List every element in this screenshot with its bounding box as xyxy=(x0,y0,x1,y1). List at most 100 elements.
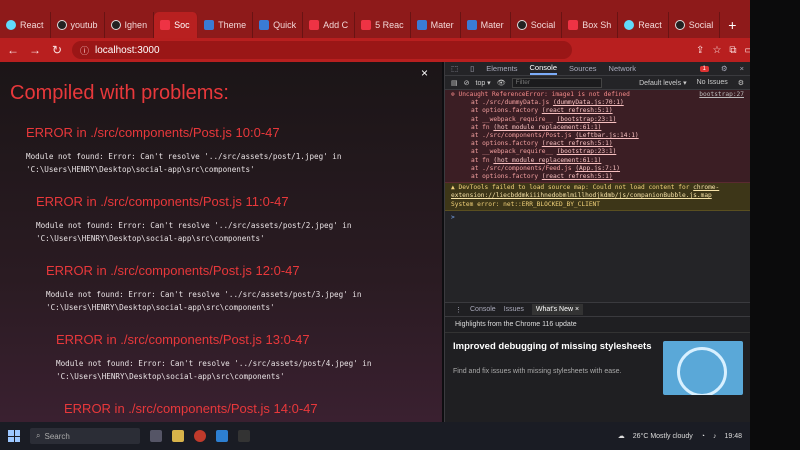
address-bar[interactable]: ⓘ localhost:3000 xyxy=(72,41,572,59)
browser-tab[interactable]: Soc xyxy=(154,12,199,38)
browser-tab[interactable]: Box Sh xyxy=(562,12,619,38)
terminal-icon[interactable] xyxy=(238,430,250,442)
drawer-tab-close-icon[interactable]: × xyxy=(575,306,579,313)
clock[interactable]: 19:48 xyxy=(724,433,742,440)
inspect-icon[interactable]: ⬚ xyxy=(451,64,458,73)
drawer-tab-whats-new[interactable]: What's New × xyxy=(531,304,584,315)
console-output: ⊗ Uncaught ReferenceError: image1 is not… xyxy=(445,90,750,225)
devtools-drawer: ⋮ Console Issues What's New × Highlights… xyxy=(445,302,750,422)
extensions-icon[interactable]: ⧉ xyxy=(729,45,736,56)
browser-tab-strip: React youtub Ighen Soc Theme Quick Add C 5 Reac… xyxy=(0,0,800,38)
compile-error-block: ERROR in ./src/components/Post.js 14:0-4… xyxy=(64,401,432,416)
stack-frame: at ./src/components/Post.js (Leftbar.js:… xyxy=(451,132,744,140)
stack-frame: at __webpack_require__ (bootstrap:23:1) xyxy=(451,148,744,156)
github-icon xyxy=(516,20,527,30)
error-message: Uncaught ReferenceError: image1 is not d… xyxy=(458,91,630,98)
site-info-icon[interactable]: ⓘ xyxy=(80,44,89,57)
stack-frame-source-link[interactable]: (hot module replacement:61:1) xyxy=(493,124,601,131)
browser-tab[interactable]: Quick xyxy=(253,12,304,38)
console-settings-icon[interactable]: ⚙ xyxy=(738,79,744,87)
overlay-close-button[interactable]: × xyxy=(421,66,428,80)
bookmark-star-icon[interactable]: ☆ xyxy=(712,45,721,56)
vscode-icon[interactable] xyxy=(216,430,228,442)
console-warning-entry: ▲ DevTools failed to load source map: Co… xyxy=(445,183,750,211)
back-icon[interactable]: ← xyxy=(6,43,20,57)
stack-frame-source-link[interactable]: (hot module replacement:61:1) xyxy=(493,157,601,164)
weather-text[interactable]: 26°C Mostly cloudy xyxy=(633,433,693,440)
stack-frame-source-link[interactable]: (react refresh:5:1) xyxy=(542,173,613,180)
stack-frame: at ./src/dummyData.js (dummyData.js:70:1… xyxy=(451,99,744,107)
mui-icon xyxy=(416,20,427,30)
stack-frame-source-link[interactable]: (react refresh:5:1) xyxy=(542,140,613,147)
console-prompt[interactable]: > xyxy=(445,211,750,225)
error-count-badge[interactable]: 1 xyxy=(699,65,709,72)
devtools-tab-network[interactable]: Network xyxy=(609,64,637,73)
error-overlay: × Compiled with problems: ERROR in ./src… xyxy=(0,62,442,422)
drawer-tab-console[interactable]: Console xyxy=(470,306,496,313)
log-levels-select[interactable]: Default levels ▾ xyxy=(639,79,687,87)
stack-frame-source-link[interactable]: (bootstrap:23:1) xyxy=(557,148,617,155)
reload-icon[interactable]: ↻ xyxy=(50,43,64,57)
console-filter-input[interactable] xyxy=(511,77,602,88)
windows-taskbar: ⌕ Search ☁ 26°C Mostly cloudy ◔ ♪ 19:48 xyxy=(0,422,750,450)
stack-frame-source-link[interactable]: (bootstrap:23:1) xyxy=(557,116,617,123)
chrome-icon[interactable] xyxy=(194,430,206,442)
stack-frame-source-link[interactable]: (Leftbar.js:14:1) xyxy=(575,132,638,139)
feature-title[interactable]: Improved debugging of missing stylesheet… xyxy=(453,341,657,353)
browser-tab[interactable]: Social xyxy=(669,12,721,38)
devtools-tab-console[interactable]: Console xyxy=(529,63,558,75)
context-select[interactable]: top ▾ xyxy=(476,79,491,87)
clear-console-icon[interactable]: ⊘ xyxy=(464,79,470,87)
browser-tab-label: Social xyxy=(530,20,556,30)
weather-icon: ☁ xyxy=(617,433,625,440)
stack-frame: at options.factory (react refresh:5:1) xyxy=(451,173,744,181)
devtools-tab-sources[interactable]: Sources xyxy=(569,64,597,73)
stack-frame-text: at __webpack_require__ xyxy=(471,115,553,123)
browser-tab[interactable]: Mater xyxy=(461,12,511,38)
browser-tab-label: Theme xyxy=(218,20,247,30)
stack-frame-source-link[interactable]: (App.js:7:1) xyxy=(575,165,620,172)
stack-frame: at fn (hot module replacement:61:1) xyxy=(451,157,744,165)
browser-tab[interactable]: React xyxy=(618,12,669,38)
network-icon[interactable]: ◔ xyxy=(701,433,705,440)
devtools-settings-icon[interactable]: ⚙ xyxy=(721,64,728,73)
browser-tab[interactable]: Social xyxy=(511,12,563,38)
browser-tab[interactable]: React xyxy=(0,12,51,38)
forward-icon[interactable]: → xyxy=(28,43,42,57)
drawer-tab-issues[interactable]: Issues xyxy=(504,306,524,313)
browser-tab[interactable]: Add C xyxy=(303,12,356,38)
mui-icon xyxy=(466,20,477,30)
error-location-link[interactable]: bootstrap:27 xyxy=(699,91,744,99)
task-view-icon[interactable] xyxy=(150,430,162,442)
feature-description: Find and fix issues with missing stylesh… xyxy=(453,368,622,375)
browser-tab[interactable]: Theme xyxy=(198,12,254,38)
volume-icon[interactable]: ♪ xyxy=(713,433,717,440)
new-tab-button[interactable]: + xyxy=(720,12,744,38)
sidebar-toggle-icon[interactable]: ▤ xyxy=(451,79,458,87)
windows-start-icon[interactable] xyxy=(8,430,20,442)
compile-error-title: ERROR in ./src/components/Post.js 11:0-4… xyxy=(36,194,289,209)
browser-tab-label: 5 Reac xyxy=(375,20,404,30)
browser-tab[interactable]: youtub xyxy=(51,12,105,38)
compile-error-title: ERROR in ./src/components/Post.js 14:0-4… xyxy=(64,401,318,416)
file-explorer-icon[interactable] xyxy=(172,430,184,442)
device-toggle-icon[interactable]: ▯ xyxy=(470,64,474,73)
browser-tab[interactable]: 5 Reac xyxy=(355,12,411,38)
github-icon xyxy=(110,20,121,30)
issues-counter[interactable]: No Issues xyxy=(697,79,728,87)
share-icon[interactable]: ⇪ xyxy=(696,45,704,56)
drawer-menu-icon[interactable]: ⋮ xyxy=(455,306,462,314)
stack-frame-source-link[interactable]: (react refresh:5:1) xyxy=(542,107,613,114)
compile-error-message: Module not found: Error: Can't resolve '… xyxy=(56,359,372,368)
taskbar-search[interactable]: ⌕ Search xyxy=(30,428,140,444)
whats-new-card[interactable]: Improved debugging of missing stylesheet… xyxy=(445,333,750,403)
browser-tab-label: Quick xyxy=(273,20,297,30)
devtools-tab-elements[interactable]: Elements xyxy=(486,64,517,73)
browser-tab[interactable]: Mater xyxy=(411,12,461,38)
eye-icon[interactable]: 👁 xyxy=(497,79,506,87)
devtools-close-icon[interactable]: × xyxy=(740,64,744,73)
stack-frame-source-link[interactable]: (dummyData.js:70:1) xyxy=(553,99,624,106)
system-tray: ☁ 26°C Mostly cloudy ◔ ♪ 19:48 xyxy=(617,432,742,441)
stack-frame-text: at __webpack_require__ xyxy=(471,148,553,156)
browser-tab[interactable]: Ighen xyxy=(105,12,155,38)
